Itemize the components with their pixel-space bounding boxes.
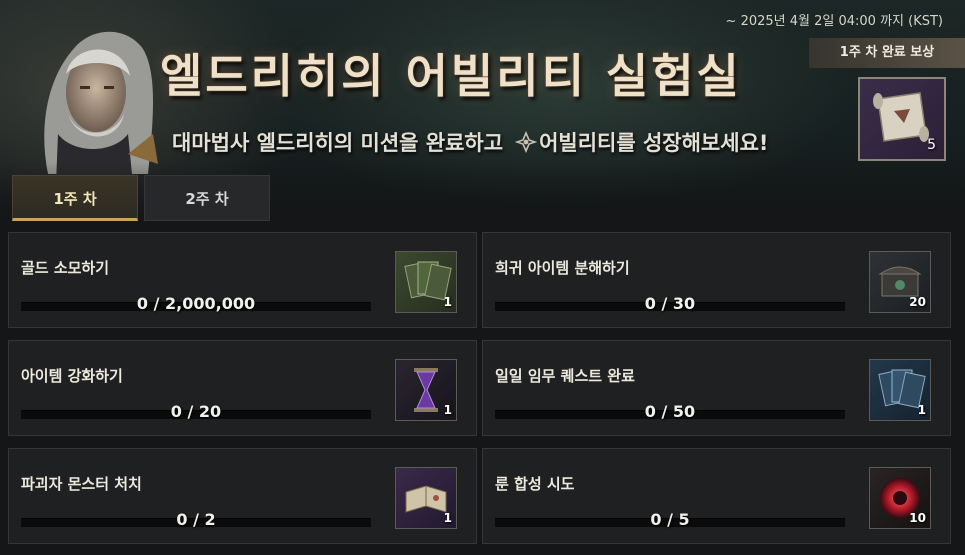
mission-label: 일일 임무 퀘스트 완료	[495, 367, 635, 385]
mission-label: 골드 소모하기	[21, 259, 110, 277]
event-subtitle: 대마법사 엘드리히의 미션을 완료하고 어빌리티를 성장해보세요!	[172, 127, 768, 157]
mission-card-disassemble: 희귀 아이템 분해하기 0 / 30 20	[482, 232, 951, 328]
reward-count: 5	[927, 137, 936, 153]
mission-progress-text: 0 / 5	[650, 510, 690, 529]
mission-label: 희귀 아이템 분해하기	[495, 259, 630, 277]
ability-icon	[515, 131, 538, 153]
event-deadline: ~ 2025년 4월 2일 04:00 까지 (KST)	[725, 14, 943, 29]
tab-week-2[interactable]: 2주 차	[144, 175, 270, 221]
mission-reward-item[interactable]: 1	[395, 467, 457, 529]
eldrich-portrait	[44, 31, 158, 184]
mission-card-rune: 룬 합성 시도 0 / 5 10	[482, 448, 951, 544]
mission-label: 룬 합성 시도	[495, 475, 575, 493]
tab-week-1[interactable]: 1주 차	[12, 175, 138, 221]
completion-reward-item[interactable]: 5	[858, 77, 946, 161]
mission-progress-text: 0 / 50	[644, 402, 696, 421]
event-title: 엘드리히의 어빌리티 실험실	[160, 49, 742, 103]
reward-count: 20	[909, 295, 926, 309]
mission-progress-text: 0 / 20	[170, 402, 222, 421]
mission-card-daily-quest: 일일 임무 퀘스트 완료 0 / 50 1	[482, 340, 951, 436]
reward-count: 1	[443, 295, 452, 309]
mission-progress-text: 0 / 30	[644, 294, 696, 313]
mission-reward-item[interactable]: 1	[395, 359, 457, 421]
reward-count: 10	[909, 511, 926, 525]
mission-reward-item[interactable]: 1	[395, 251, 457, 313]
mission-reward-item[interactable]: 10	[869, 467, 931, 529]
subtitle-text-1: 대마법사 엘드리히의 미션을 완료하고	[172, 131, 504, 155]
mission-reward-item[interactable]: 20	[869, 251, 931, 313]
reward-count: 1	[443, 403, 452, 417]
mission-reward-item[interactable]: 1	[869, 359, 931, 421]
mission-label: 아이템 강화하기	[21, 367, 123, 385]
subtitle-text-2: 어빌리티를 성장해보세요!	[539, 131, 769, 155]
mission-progress-text: 0 / 2,000,000	[136, 294, 256, 313]
reward-count: 1	[917, 403, 926, 417]
mission-label: 파괴자 몬스터 처치	[21, 475, 142, 493]
mission-card-destroyer: 파괴자 몬스터 처치 0 / 2 1	[8, 448, 477, 544]
mission-card-enhance: 아이템 강화하기 0 / 20 1	[8, 340, 477, 436]
mission-card-gold: 골드 소모하기 0 / 2,000,000 1	[8, 232, 477, 328]
mission-progress-text: 0 / 2	[176, 510, 216, 529]
completion-reward-label: 1주 차 완료 보상	[809, 38, 965, 68]
reward-count: 1	[443, 511, 452, 525]
